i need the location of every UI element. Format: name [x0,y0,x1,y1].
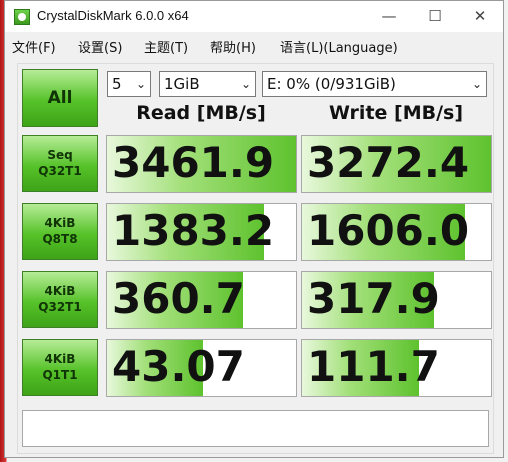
test-params: Q32T1 [38,300,82,314]
chevron-down-icon: ⌄ [471,77,483,91]
read-column-header: Read [MB/s] [136,102,266,124]
test-size-select[interactable]: 1GiB ⌄ [159,71,256,97]
test-4kib-q8t8-button[interactable]: 4KiB Q8T8 [22,203,98,260]
test-params: Q1T1 [42,368,78,382]
run-all-button[interactable]: All [22,69,98,127]
test-size-value: 1GiB [164,75,200,93]
result-value: 1383.2 [112,206,275,255]
test-params: Q32T1 [38,164,82,178]
read-result-4kib-q8t8: 1383.2 [106,203,297,261]
close-button[interactable]: ✕ [457,1,503,32]
write-result-4kib-q8t8: 1606.0 [301,203,492,261]
menu-language[interactable]: 语言(L)(Language) [280,37,398,56]
test-name: 4KiB [44,352,76,366]
result-value: 360.7 [112,274,245,323]
chevron-down-icon: ⌄ [240,77,252,91]
write-result-4kib-q32t1: 317.9 [301,271,492,329]
window-title: CrystalDiskMark 6.0.0 x64 [37,8,189,23]
crystaldiskmark-app-icon [14,9,30,25]
menu-help[interactable]: 帮助(H) [210,37,256,56]
test-name: 4KiB [44,284,76,298]
benchmark-panel: All 5 ⌄ 1GiB ⌄ E: 0% (0/931GiB) ⌄ Read [… [17,63,494,454]
test-name: 4KiB [44,216,76,230]
test-count-select[interactable]: 5 ⌄ [107,71,151,97]
result-value: 3461.9 [112,138,275,187]
result-value: 3272.4 [307,138,470,187]
write-column-header: Write [MB/s] [328,102,464,124]
write-result-seq-q32t1: 3272.4 [301,135,492,193]
test-seq-q32t1-button[interactable]: Seq Q32T1 [22,135,98,192]
menu-settings[interactable]: 设置(S) [78,37,122,56]
read-result-4kib-q32t1: 360.7 [106,271,297,329]
test-params: Q8T8 [42,232,78,246]
test-4kib-q1t1-button[interactable]: 4KiB Q1T1 [22,339,98,396]
write-result-4kib-q1t1: 111.7 [301,339,492,397]
result-value: 317.9 [307,274,440,323]
result-value: 1606.0 [307,206,470,255]
comment-field[interactable] [22,410,489,447]
maximize-button[interactable]: ☐ [412,1,458,32]
title-bar[interactable]: CrystalDiskMark 6.0.0 x64 — ☐ ✕ [5,1,503,32]
menu-file[interactable]: 文件(F) [12,37,56,56]
read-result-seq-q32t1: 3461.9 [106,135,297,193]
chevron-down-icon: ⌄ [135,77,147,91]
menu-bar: 文件(F) 设置(S) 主题(T) 帮助(H) 语言(L)(Language) [5,34,503,56]
test-count-value: 5 [112,75,122,93]
minimize-button[interactable]: — [366,1,412,32]
read-result-4kib-q1t1: 43.07 [106,339,297,397]
result-value: 111.7 [307,342,440,391]
drive-select[interactable]: E: 0% (0/931GiB) ⌄ [262,71,487,97]
app-window: CrystalDiskMark 6.0.0 x64 — ☐ ✕ 文件(F) 设置… [4,0,504,458]
menu-theme[interactable]: 主题(T) [144,37,188,56]
test-name: Seq [47,148,73,162]
result-value: 43.07 [112,342,245,391]
drive-value: E: 0% (0/931GiB) [267,75,396,93]
test-4kib-q32t1-button[interactable]: 4KiB Q32T1 [22,271,98,328]
